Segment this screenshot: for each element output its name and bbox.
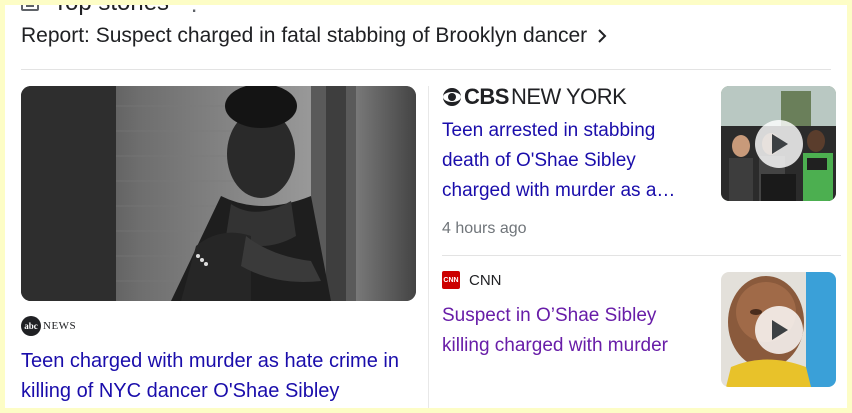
top-stories-card: Top stories ⋮ Report: Suspect charged in… [5,5,847,408]
source-name: NEWS [43,320,77,332]
story-image-dancer[interactable] [21,86,416,301]
play-button[interactable] [754,119,803,168]
divider [21,69,831,70]
full-coverage-link[interactable]: Report: Suspect charged in fatal stabbin… [21,24,607,48]
section-title: Top stories [53,5,169,17]
source-cnn: CNN CNN [442,271,502,289]
video-thumbnail-suspect[interactable] [721,272,836,387]
source-abc-news: abc NEWS [21,316,76,336]
story-headline-link[interactable]: Suspect in O’Shae Sibley killing charged… [442,301,702,361]
story-headline-link[interactable]: Teen charged with murder as hate crime i… [21,346,421,406]
cnn-logo-icon: CNN [442,271,460,289]
source-name-bold: CBS [464,84,509,109]
cbs-eye-icon [443,88,461,106]
play-button[interactable] [754,305,803,354]
play-icon [771,319,788,340]
story-headline-link[interactable]: Teen arrested in stabbing death of O'Sha… [442,116,702,206]
more-options-icon[interactable]: ⋮ [183,5,205,16]
abc-logo-icon: abc [21,316,41,336]
story-timestamp: 4 hours ago [442,220,527,237]
section-header: Top stories ⋮ [21,5,205,17]
source-name: CNN [469,271,502,289]
chevron-right-icon [598,29,607,43]
newspaper-icon [21,5,39,11]
play-icon [771,133,788,154]
column-divider [428,86,429,408]
divider [442,255,841,256]
full-coverage-label: Report: Suspect charged in fatal stabbin… [21,24,588,47]
source-name-rest: NEW YORK [510,84,627,109]
video-thumbnail-press-conference[interactable] [721,86,836,201]
source-cbs-new-york: CBS NEW YORK [442,84,627,110]
